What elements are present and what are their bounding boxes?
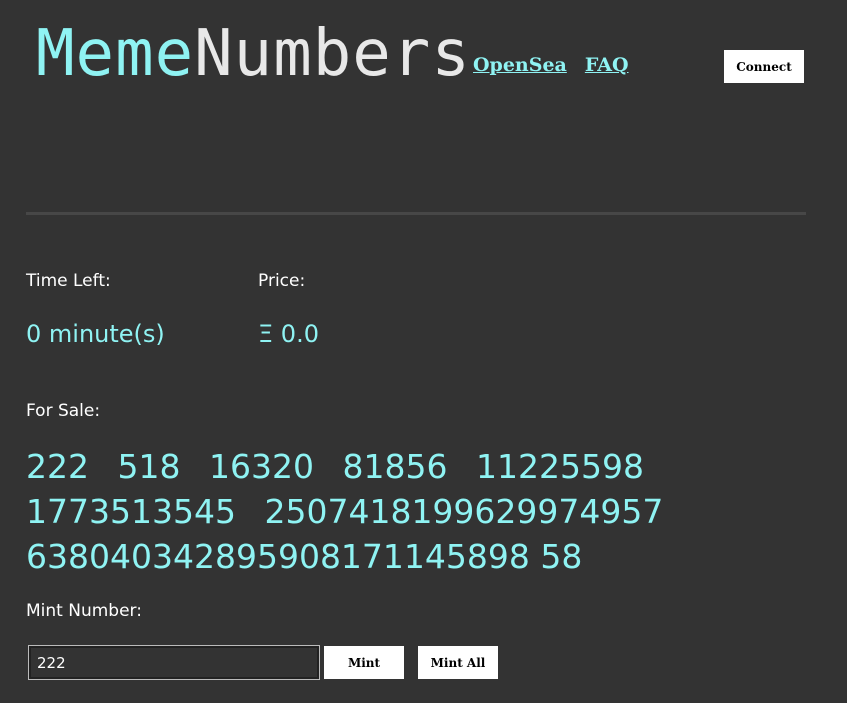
price-value: Ξ 0.0 — [258, 320, 319, 348]
for-sale-number[interactable]: 2507418199629974957 — [264, 492, 663, 531]
mint-button[interactable]: Mint — [324, 646, 404, 679]
for-sale-number[interactable]: 11225598 — [476, 447, 644, 486]
nav-link-faq[interactable]: FAQ — [585, 54, 629, 76]
for-sale-list: 222 518 16320 81856 11225598 1773513545 … — [26, 444, 816, 579]
mint-all-button[interactable]: Mint All — [418, 646, 498, 679]
for-sale-number[interactable]: 16320 — [209, 447, 314, 486]
mint-number-label: Mint Number: — [26, 601, 142, 621]
for-sale-number[interactable]: 222 — [26, 447, 89, 486]
nav-link-opensea[interactable]: OpenSea — [473, 54, 567, 76]
top-nav: OpenSea FAQ — [473, 54, 629, 76]
for-sale-number[interactable]: 518 — [118, 447, 181, 486]
logo-meme: Meme — [36, 17, 195, 91]
time-left-value: 0 minute(s) — [26, 320, 165, 348]
divider — [26, 212, 806, 215]
connect-button[interactable]: Connect — [724, 50, 804, 83]
logo[interactable]: MemeNumbers — [36, 12, 471, 96]
mint-number-input[interactable] — [28, 645, 320, 680]
for-sale-number[interactable]: 638040342895908171145898 58 — [26, 537, 582, 576]
logo-numbers: Numbers — [194, 17, 471, 91]
for-sale-label: For Sale: — [26, 401, 101, 421]
time-left-label: Time Left: — [26, 271, 111, 291]
price-label: Price: — [258, 271, 306, 291]
for-sale-number[interactable]: 1773513545 — [26, 492, 236, 531]
for-sale-number[interactable]: 81856 — [342, 447, 447, 486]
